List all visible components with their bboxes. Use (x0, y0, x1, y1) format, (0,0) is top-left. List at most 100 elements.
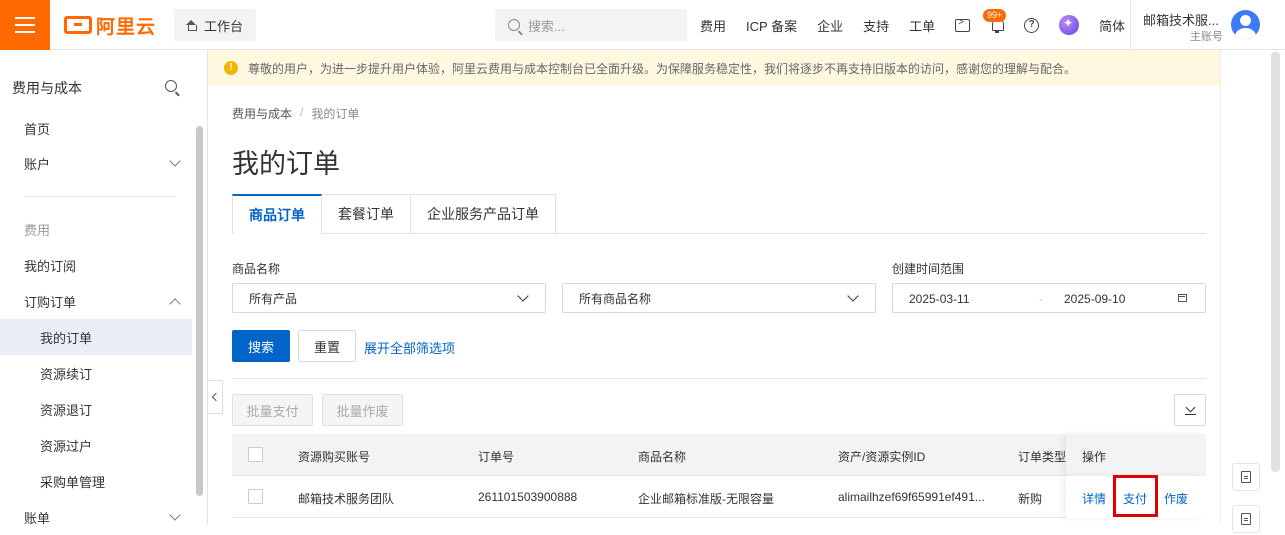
date-range-picker[interactable]: 2025-03-11 - 2025-09-10 (892, 283, 1206, 313)
tab-package-orders[interactable]: 套餐订单 (322, 194, 411, 234)
header-account: 资源购买账号 (298, 450, 371, 464)
date-start[interactable]: 2025-03-11 (909, 292, 970, 306)
sidebar-item-procurement[interactable]: 采购单管理 (0, 463, 192, 499)
avatar[interactable] (1231, 10, 1260, 39)
search-placeholder: 搜索... (528, 18, 565, 34)
chevron-up-icon (169, 298, 181, 310)
sidebar-search-icon[interactable] (165, 80, 177, 92)
search-button[interactable]: 搜索 (232, 330, 290, 362)
sidebar-item-my-orders[interactable]: 我的订单 (0, 319, 192, 355)
cell-order-no: 261101503900888 (478, 490, 578, 504)
sidebar-title: 费用与成本 (12, 80, 82, 96)
product-select[interactable]: 所有产品 (232, 283, 546, 313)
sidebar-item-purchase-orders[interactable]: 订购订单 (0, 283, 192, 319)
sidebar-item-label: 采购单管理 (40, 474, 106, 490)
page-scrollbar[interactable] (1271, 52, 1280, 472)
nav-item-billing[interactable]: 费用 (700, 16, 726, 35)
sidebar-item-label: 我的订单 (40, 330, 93, 346)
divider (232, 378, 1206, 379)
header-order-type: 订单类型 (1018, 450, 1067, 464)
terminal-icon[interactable] (955, 17, 971, 32)
order-tabs: 商品订单 套餐订单 企业服务产品订单 (232, 194, 556, 234)
sidebar-item-transfer[interactable]: 资源过户 (0, 427, 192, 463)
sidebar-scrollbar[interactable] (196, 126, 203, 496)
document-icon (1241, 471, 1251, 483)
logo[interactable]: 阿里云 (64, 14, 157, 38)
tab-enterprise-orders[interactable]: 企业服务产品订单 (411, 194, 556, 234)
help-icon[interactable]: ? (1024, 17, 1040, 33)
date-range-label: 创建时间范围 (892, 262, 965, 276)
batch-pay-button[interactable]: 批量支付 (232, 394, 313, 426)
home-icon (186, 20, 197, 31)
breadcrumb: 费用与成本 / 我的订单 (232, 105, 359, 122)
reset-button[interactable]: 重置 (298, 330, 356, 362)
header-product: 商品名称 (638, 450, 687, 464)
cell-instance-id: alimailhzef69f65991ef491... (838, 490, 985, 504)
menu-icon[interactable] (0, 0, 50, 50)
table-row: 邮箱技术服务团队 261101503900888 企业邮箱标准版-无限容量 al… (232, 476, 1206, 518)
chevron-down-icon (517, 290, 529, 302)
nav-item-icp[interactable]: ICP 备案 (746, 16, 797, 35)
sidebar-item-label: 我的订阅 (24, 258, 77, 274)
sidebar-item-unsubscribe[interactable]: 资源退订 (0, 391, 192, 427)
sidebar-group-billing: 费用 (0, 211, 192, 247)
user-role: 主账号 (1190, 31, 1223, 43)
sidebar-item-bills[interactable]: 账单 (0, 499, 192, 535)
logo-text: 阿里云 (96, 16, 157, 38)
download-icon[interactable] (1174, 394, 1206, 426)
sidebar-item-label: 首页 (24, 121, 51, 137)
sidebar-item-label: 订购订单 (24, 294, 77, 310)
product-name-select-value: 所有商品名称 (579, 291, 652, 306)
date-separator: - (1039, 292, 1043, 306)
void-link[interactable]: 作废 (1164, 490, 1188, 507)
workbench-label: 工作台 (204, 18, 244, 34)
user-menu[interactable]: 邮箱技术服... 主账号 (1130, 0, 1285, 50)
upgrade-notice: ! 尊敬的用户，为进一步提升用户体验，阿里云费用与成本控制台已全面升级。为保障服… (208, 50, 1220, 86)
nav-item-enterprise[interactable]: 企业 (817, 16, 843, 35)
batch-void-button[interactable]: 批量作废 (322, 394, 403, 426)
row-checkbox[interactable] (248, 489, 263, 504)
product-label: 商品名称 (232, 262, 281, 276)
sidebar-item-account[interactable]: 账户 (0, 145, 192, 181)
header-ops-column: 操作 (1066, 434, 1206, 476)
sidebar-item-label: 账单 (24, 510, 51, 526)
breadcrumb-item-billing[interactable]: 费用与成本 (232, 105, 292, 122)
sidebar-item-renewal[interactable]: 资源续订 (0, 355, 192, 391)
sidebar-item-label: 资源退订 (40, 402, 93, 418)
user-name: 邮箱技术服... (1143, 13, 1219, 28)
header-ops: 操作 (1082, 450, 1107, 464)
tool-button[interactable] (1232, 505, 1260, 533)
sidebar-item-label: 资源过户 (40, 438, 93, 454)
product-name-select[interactable]: 所有商品名称 (562, 283, 876, 313)
sidebar-divider (24, 196, 176, 197)
info-icon: ! (224, 61, 238, 75)
sidebar-item-label: 账户 (24, 156, 51, 172)
details-link[interactable]: 详情 (1082, 490, 1106, 507)
select-all-checkbox[interactable] (248, 447, 263, 462)
cell-product: 企业邮箱标准版-无限容量 (638, 492, 774, 506)
ai-assistant-icon[interactable] (1059, 15, 1080, 35)
sidebar-collapse-button[interactable] (208, 380, 223, 414)
top-nav: 费用 ICP 备案 企业 支持 工单 ? 简体 (700, 0, 1145, 50)
cell-order-type: 新购 (1018, 492, 1043, 506)
sidebar-item-label: 资源续订 (40, 366, 93, 382)
sidebar-item-subscriptions[interactable]: 我的订阅 (0, 247, 192, 283)
date-end[interactable]: 2025-09-10 (1064, 292, 1125, 306)
tab-product-orders[interactable]: 商品订单 (232, 194, 322, 234)
tool-icon (1241, 513, 1251, 525)
search-input[interactable]: 搜索... (495, 9, 687, 41)
sidebar-item-home[interactable]: 首页 (0, 110, 192, 146)
nav-item-support[interactable]: 支持 (863, 16, 889, 35)
top-bar: 阿里云 工作台 搜索... 费用 ICP 备案 企业 支持 工单 ? 简体 99… (0, 0, 1285, 50)
header-instance-id: 资产/资源实例ID (838, 450, 926, 464)
chevron-down-icon (847, 290, 859, 302)
search-icon (508, 19, 520, 31)
document-button[interactable] (1232, 463, 1260, 491)
language-switch[interactable]: 简体 (1099, 16, 1125, 35)
notice-text: 尊敬的用户，为进一步提升用户体验，阿里云费用与成本控制台已全面升级。为保障服务稳… (248, 61, 1077, 76)
workbench-button[interactable]: 工作台 (174, 9, 256, 41)
breadcrumb-item-current: 我的订单 (311, 107, 360, 121)
expand-filters-link[interactable]: 展开全部筛选项 (364, 338, 455, 357)
logo-mark-icon (64, 16, 92, 34)
nav-item-ticket[interactable]: 工单 (909, 16, 935, 35)
